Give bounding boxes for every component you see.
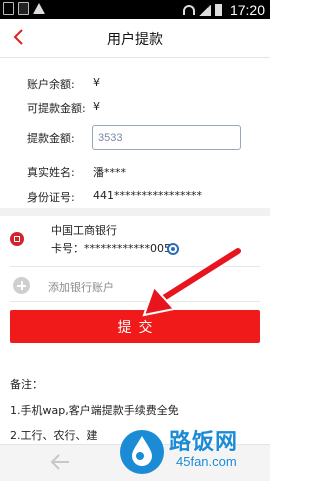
- note-item: 1.手机wap,客户端提款手续费全免: [10, 404, 179, 417]
- withdrawable-value: ¥: [93, 100, 100, 113]
- withdrawable-row: 可提款金额: ¥: [27, 100, 100, 116]
- note-item: 2.工行、农行、建: [10, 429, 98, 442]
- status-bar: 17:20: [0, 0, 270, 19]
- icbc-bank-icon: [10, 232, 24, 246]
- battery-icon: [214, 4, 222, 16]
- submit-button[interactable]: 提交: [10, 310, 260, 343]
- bank-name: 中国工商银行: [51, 224, 117, 237]
- balance-label: 账户余额:: [27, 78, 75, 91]
- header: 用户提款: [0, 19, 270, 58]
- real-name-row: 真实姓名: 潘****: [27, 164, 126, 180]
- withdraw-amount-input[interactable]: [92, 125, 241, 150]
- amount-row: 提款金额:: [27, 130, 75, 146]
- real-name-value: 潘****: [93, 166, 126, 179]
- section-divider: [0, 208, 270, 216]
- card-number: ************0052: [84, 242, 178, 255]
- balance-row: 账户余额: ¥: [27, 76, 100, 92]
- clock: 17:20: [229, 2, 265, 18]
- wifi-icon: [182, 5, 195, 15]
- id-label: 身份证号:: [27, 191, 75, 204]
- balance-value: ¥: [93, 76, 100, 89]
- card-number-line: 卡号：************0052: [51, 240, 178, 256]
- id-value: 441****************: [93, 189, 202, 202]
- page-title: 用户提款: [107, 32, 163, 48]
- list-separator: [10, 301, 260, 302]
- notes-spacer: [0, 355, 270, 367]
- system-icons: 17:20: [182, 2, 265, 18]
- image-notification-icon: [18, 2, 29, 15]
- signal-icon: [198, 4, 211, 16]
- list-separator: [10, 266, 260, 267]
- notes-title: 备注：: [10, 378, 43, 391]
- plus-circle-icon: [13, 277, 30, 294]
- arrow-left-icon[interactable]: [50, 453, 70, 471]
- real-name-label: 真实姓名:: [27, 166, 75, 179]
- warning-icon: [33, 3, 45, 14]
- notification-icons: [3, 2, 45, 15]
- bank-card-radio[interactable]: [167, 243, 179, 255]
- card-label: 卡号：: [51, 242, 84, 255]
- water-drop-logo-icon: [120, 430, 164, 474]
- watermark: 路饭网 45fan.com: [116, 420, 270, 480]
- add-bank-account-label: 添加银行账户: [48, 281, 114, 294]
- withdrawable-label: 可提款金额:: [27, 102, 86, 115]
- add-bank-account-row[interactable]: 添加银行账户: [0, 271, 270, 301]
- id-row: 身份证号: 441****************: [27, 189, 202, 205]
- amount-label: 提款金额:: [27, 132, 75, 145]
- watermark-name: 路饭网: [169, 430, 239, 455]
- notification-icon: [3, 2, 14, 15]
- watermark-url: 45fan.com: [176, 454, 237, 469]
